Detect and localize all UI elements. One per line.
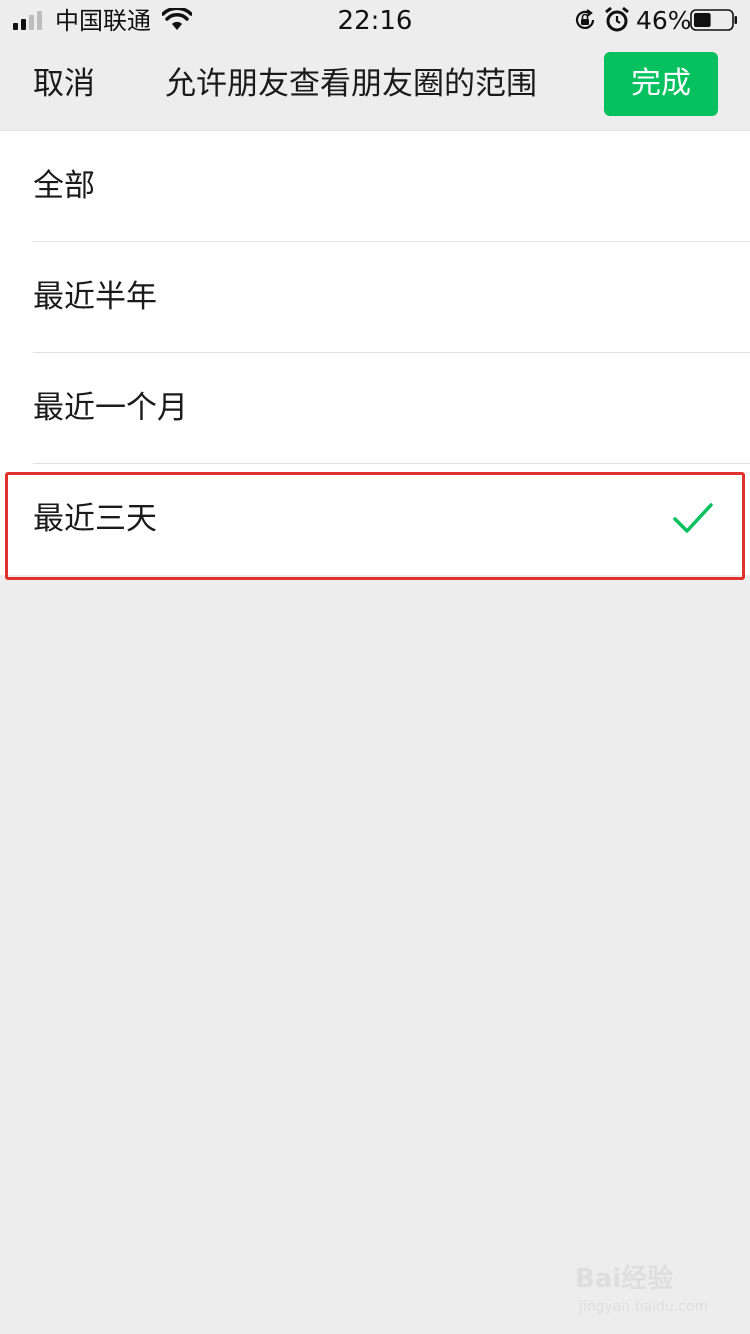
alarm-icon (605, 6, 629, 32)
done-button[interactable]: 完成 (604, 52, 718, 116)
checkmark-icon (673, 503, 713, 533)
visibility-range-list: 全部 最近半年 最近一个月 最近三天 (0, 130, 750, 575)
watermark: Bai经验 jingyan.baidu.com (575, 1262, 715, 1322)
option-one-month[interactable]: 最近一个月 (0, 353, 750, 464)
battery-percent: 46% (636, 6, 692, 35)
nav-bar: 取消 允许朋友查看朋友圈的范围 完成 (0, 42, 750, 130)
option-label: 全部 (33, 168, 95, 204)
cancel-button[interactable]: 取消 (33, 64, 95, 104)
rotation-lock-icon (575, 9, 595, 29)
option-label: 最近一个月 (33, 390, 188, 426)
option-label: 最近半年 (33, 279, 157, 315)
option-all[interactable]: 全部 (0, 131, 750, 242)
battery-icon (690, 9, 737, 31)
option-three-days[interactable]: 最近三天 (0, 464, 750, 575)
watermark-logo: Bai经验 (575, 1264, 674, 1294)
option-label: 最近三天 (33, 501, 157, 537)
status-bar: 中国联通 22:16 46% (0, 0, 750, 42)
option-half-year[interactable]: 最近半年 (0, 242, 750, 353)
watermark-url: jingyan.baidu.com (579, 1299, 709, 1315)
page-title: 允许朋友查看朋友圈的范围 (165, 66, 537, 102)
